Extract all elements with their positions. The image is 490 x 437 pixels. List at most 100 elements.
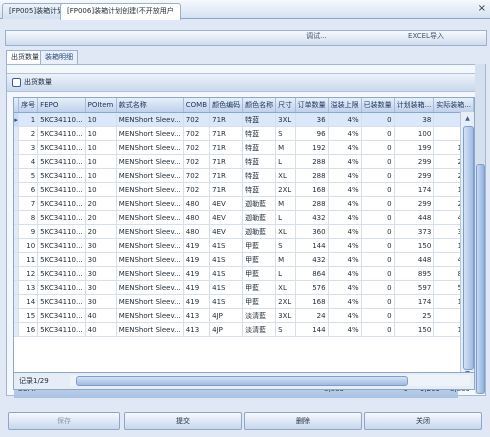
table-cell[interactable]: 5KC34110... — [37, 238, 86, 253]
table-cell[interactable]: S — [275, 126, 296, 141]
table-row[interactable]: 3 5KC34110... 10 MENShort Sleev... 702 71R 特蓝 M… — [14, 140, 474, 155]
table-row[interactable]: 16 5KC34110... 40 MENShort Sleev... 413 4JP 淡清… — [14, 322, 474, 337]
table-cell[interactable]: 0 — [361, 126, 395, 141]
table-cell[interactable]: 4% — [328, 182, 362, 197]
table-cell[interactable]: 0 — [361, 210, 395, 225]
table-row[interactable]: 15 5KC34110... 40 MENShort Sleev... 413 4JP 淡清… — [14, 308, 474, 323]
col-header[interactable]: FEPO — [37, 98, 86, 113]
table-cell[interactable]: 96 — [295, 126, 329, 141]
table-cell[interactable]: 144 — [295, 238, 329, 253]
table-row[interactable]: 13 5KC34110... 30 MENShort Sleev... 419 41S 甲藍… — [14, 280, 474, 295]
table-cell[interactable]: 40 — [85, 322, 117, 337]
table-cell[interactable]: 12 — [18, 266, 39, 281]
table-cell[interactable]: 0 — [361, 112, 395, 127]
table-cell[interactable]: XL — [275, 168, 296, 183]
tab-pack-detail[interactable]: 装箱明细 — [40, 50, 78, 64]
table-cell[interactable]: 5KC34110... — [37, 210, 86, 225]
table-cell[interactable]: 288 — [295, 154, 329, 169]
table-cell[interactable]: 288 — [295, 168, 329, 183]
table-cell[interactable]: 448 — [394, 252, 435, 267]
table-cell[interactable]: M — [275, 196, 296, 211]
table-cell[interactable]: 0 — [361, 280, 395, 295]
table-cell[interactable]: 4% — [328, 210, 362, 225]
table-cell[interactable]: 4% — [328, 112, 362, 127]
table-cell[interactable]: 4% — [328, 308, 362, 323]
table-cell[interactable]: 特蓝 — [242, 126, 277, 141]
table-cell[interactable]: 480 — [183, 210, 211, 225]
table-cell[interactable]: 480 — [183, 224, 211, 239]
table-cell[interactable]: 0 — [361, 252, 395, 267]
table-cell[interactable]: MENShort Sleev... — [116, 224, 184, 239]
scroll-up-icon[interactable]: ▲ — [463, 114, 472, 124]
scroll-thumb[interactable] — [463, 126, 474, 370]
table-cell[interactable]: 0 — [361, 168, 395, 183]
scroll-thumb[interactable] — [476, 164, 485, 394]
table-cell[interactable]: 419 — [183, 294, 211, 309]
table-cell[interactable]: 30 — [85, 252, 117, 267]
table-cell[interactable]: 10 — [18, 238, 39, 253]
table-cell[interactable]: 甲藍 — [242, 266, 277, 281]
table-cell[interactable]: XL — [275, 224, 296, 239]
table-row[interactable]: 11 5KC34110... 30 MENShort Sleev... 419 41S 甲藍… — [14, 252, 474, 267]
table-cell[interactable]: 597 — [394, 280, 435, 295]
table-cell[interactable]: 0 — [361, 140, 395, 155]
table-cell[interactable]: 419 — [183, 280, 211, 295]
table-cell[interactable]: 702 — [183, 112, 211, 127]
col-header[interactable]: 尺寸 — [275, 98, 296, 113]
col-header[interactable]: COMB — [183, 98, 211, 113]
table-cell[interactable]: 4% — [328, 196, 362, 211]
table-cell[interactable]: MENShort Sleev... — [116, 266, 184, 281]
table-cell[interactable]: 4% — [328, 294, 362, 309]
table-cell[interactable]: 16 — [18, 322, 39, 337]
table-row[interactable]: 5 5KC34110... 10 MENShort Sleev... 702 71R 特蓝 X… — [14, 168, 474, 183]
table-cell[interactable]: MENShort Sleev... — [116, 140, 184, 155]
table-cell[interactable]: MENShort Sleev... — [116, 238, 184, 253]
tab-ship-qty[interactable]: 出货数量 — [6, 50, 44, 64]
table-cell[interactable]: 1 — [18, 112, 39, 127]
table-cell[interactable]: 71R — [209, 112, 244, 127]
table-cell[interactable]: 0 — [361, 322, 395, 337]
table-cell[interactable]: 41S — [209, 238, 244, 253]
table-cell[interactable]: 6 — [18, 182, 39, 197]
table-cell[interactable]: 3XL — [275, 112, 296, 127]
table-cell[interactable]: 淡清藍 — [242, 322, 277, 337]
panel-vertical-scrollbar[interactable] — [475, 64, 485, 394]
table-cell[interactable]: 特蓝 — [242, 140, 277, 155]
table-cell[interactable]: 4JP — [209, 308, 244, 323]
col-header[interactable]: 已装数量 — [361, 98, 395, 113]
table-cell[interactable]: 3XL — [275, 308, 296, 323]
table-cell[interactable]: L — [275, 266, 296, 281]
table-cell[interactable]: 432 — [295, 252, 329, 267]
table-cell[interactable]: 甲藍 — [242, 238, 277, 253]
table-cell[interactable]: MENShort Sleev... — [116, 168, 184, 183]
table-cell[interactable]: 5KC34110... — [37, 294, 86, 309]
table-cell[interactable]: 0 — [361, 154, 395, 169]
close-button[interactable]: 关闭 — [364, 412, 482, 430]
table-cell[interactable]: 10 — [85, 140, 117, 155]
table-cell[interactable]: 7 — [18, 196, 39, 211]
table-cell[interactable]: 13 — [18, 280, 39, 295]
table-cell[interactable]: MENShort Sleev... — [116, 154, 184, 169]
table-cell[interactable]: 38 — [394, 112, 435, 127]
data-grid[interactable]: 序号 FEPO POItem 款式名称 COMB 颜色编码 颜色名称 尺寸 订单… — [13, 97, 475, 398]
table-cell[interactable]: 41S — [209, 280, 244, 295]
debug-button[interactable]: 调试... — [264, 30, 369, 43]
table-cell[interactable]: MENShort Sleev... — [116, 210, 184, 225]
table-cell[interactable]: 0 — [361, 238, 395, 253]
table-cell[interactable]: 4% — [328, 168, 362, 183]
table-row[interactable]: 10 5KC34110... 30 MENShort Sleev... 419 41S 甲藍… — [14, 238, 474, 253]
table-cell[interactable]: MENShort Sleev... — [116, 252, 184, 267]
col-header[interactable]: 实际装箱... — [433, 98, 474, 113]
table-cell[interactable]: MENShort Sleev... — [116, 308, 184, 323]
table-cell[interactable]: 0 — [361, 182, 395, 197]
table-cell[interactable]: 448 — [394, 210, 435, 225]
table-cell[interactable]: 淡清藍 — [242, 308, 277, 323]
table-cell[interactable]: MENShort Sleev... — [116, 280, 184, 295]
table-cell[interactable]: M — [275, 252, 296, 267]
table-cell[interactable]: MENShort Sleev... — [116, 112, 184, 127]
table-cell[interactable]: MENShort Sleev... — [116, 126, 184, 141]
table-cell[interactable]: 9 — [18, 224, 39, 239]
table-cell[interactable]: 702 — [183, 140, 211, 155]
table-cell[interactable]: 864 — [295, 266, 329, 281]
table-cell[interactable]: MENShort Sleev... — [116, 322, 184, 337]
